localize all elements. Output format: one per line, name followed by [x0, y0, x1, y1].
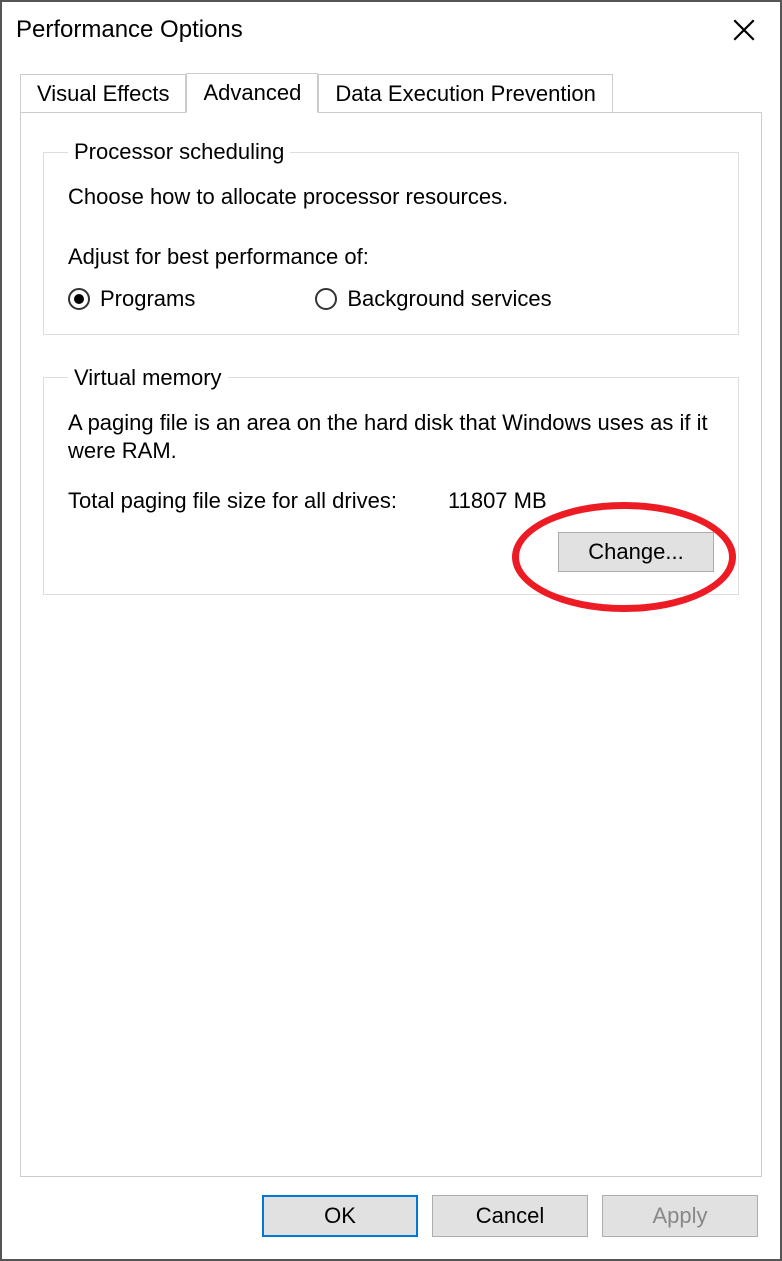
dialog-footer: OK Cancel Apply — [2, 1177, 780, 1259]
radio-label-background: Background services — [347, 286, 551, 312]
close-button[interactable] — [722, 8, 766, 52]
tab-strip: Visual Effects Advanced Data Execution P… — [2, 72, 780, 112]
apply-button[interactable]: Apply — [602, 1195, 758, 1237]
group-virtual-memory: Virtual memory A paging file is an area … — [43, 365, 739, 595]
close-icon — [731, 17, 757, 43]
processor-sub: Adjust for best performance of: — [68, 244, 714, 270]
cancel-button[interactable]: Cancel — [432, 1195, 588, 1237]
processor-radio-row: Programs Background services — [68, 286, 714, 312]
tab-advanced[interactable]: Advanced — [186, 73, 318, 113]
radio-background-services[interactable]: Background services — [315, 286, 551, 312]
group-processor-scheduling: Processor scheduling Choose how to alloc… — [43, 139, 739, 335]
radio-label-programs: Programs — [100, 286, 195, 312]
vm-desc: A paging file is an area on the hard dis… — [68, 409, 714, 466]
tab-visual-effects[interactable]: Visual Effects — [20, 74, 186, 113]
radio-icon — [315, 288, 337, 310]
group-legend-processor: Processor scheduling — [68, 139, 290, 165]
window-title: Performance Options — [16, 16, 243, 44]
titlebar: Performance Options — [2, 2, 780, 58]
ok-button[interactable]: OK — [262, 1195, 418, 1237]
vm-total-value: 11807 MB — [448, 488, 547, 514]
processor-desc: Choose how to allocate processor resourc… — [68, 183, 714, 212]
vm-button-row: Change... — [68, 532, 714, 572]
tab-dep[interactable]: Data Execution Prevention — [318, 74, 613, 113]
radio-programs[interactable]: Programs — [68, 286, 195, 312]
group-legend-vm: Virtual memory — [68, 365, 228, 391]
change-button[interactable]: Change... — [558, 532, 714, 572]
vm-total-row: Total paging file size for all drives: 1… — [68, 488, 714, 514]
radio-icon — [68, 288, 90, 310]
vm-total-label: Total paging file size for all drives: — [68, 488, 448, 514]
tab-panel-advanced: Processor scheduling Choose how to alloc… — [20, 112, 762, 1177]
performance-options-dialog: Performance Options Visual Effects Advan… — [0, 0, 782, 1261]
